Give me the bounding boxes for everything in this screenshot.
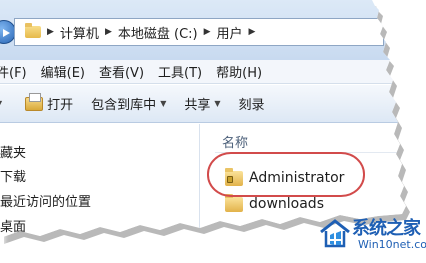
share-label: 共享 [184,98,211,113]
chevron-down-icon[interactable]: ▼ [0,99,16,108]
chevron-down-icon: ▼ [160,99,167,108]
breadcrumb-label: 本地磁盘 (C:) [117,26,198,42]
watermark-subtitle: Win10net.com [358,238,426,251]
house-logo-icon [320,219,350,248]
breadcrumb-label: 用户 [216,26,243,42]
chevron-down-icon: ▼ [214,99,221,108]
chevron-right-icon[interactable]: ▶ [204,27,211,37]
include-in-library-button[interactable]: 包含到库中 ▼ [82,94,175,113]
file-name: downloads [249,196,324,212]
open-icon [25,92,44,111]
address-bar[interactable]: ▶ 计算机 ▶ 本地磁盘 (C:) ▶ 用户 ▶ [14,18,384,46]
folder-icon [225,193,243,212]
breadcrumb-computer[interactable]: 计算机 [60,23,99,42]
open-button[interactable]: 打开 [16,92,82,113]
breadcrumb-users[interactable]: 用户 [217,23,243,42]
menu-edit[interactable]: 编辑(E) [34,62,92,81]
nav-item-downloads[interactable]: 下载 [0,166,26,185]
menu-bar: 件(F) 编辑(E) 查看(V) 工具(T) 帮助(H) [0,60,406,84]
breadcrumb-local-disk[interactable]: 本地磁盘 (C:) [118,23,198,42]
nav-item-favorites[interactable]: 收藏夹 [0,142,26,161]
menu-view[interactable]: 查看(V) [92,62,151,81]
open-label: 打开 [47,98,74,113]
chevron-right-icon[interactable]: ▶ [249,27,256,37]
address-toolbar: ▶ 计算机 ▶ 本地磁盘 (C:) ▶ 用户 ▶ [0,0,406,60]
highlight-circle [207,152,365,197]
nav-item-recent-places[interactable]: 最近访问的位置 [0,191,91,210]
include-label: 包含到库中 [91,98,157,113]
watermark-title: 系统之家 [352,218,421,239]
menu-help[interactable]: 帮助(H) [209,62,269,81]
chevron-right-icon[interactable]: ▶ [105,27,112,37]
share-button[interactable]: 共享 ▼ [175,94,229,113]
burn-label: 刻录 [238,98,265,113]
menu-file[interactable]: 件(F) [0,62,34,81]
command-bar: ▼ 打开 包含到库中 ▼ 共享 ▼ 刻录 [0,85,406,123]
burn-button[interactable]: 刻录 [230,94,274,113]
menu-tools[interactable]: 工具(T) [151,62,209,81]
watermark: 系统之家 Win10net.com [318,212,426,263]
list-item-downloads[interactable]: downloads [225,193,324,212]
column-header-name[interactable]: 名称 [222,132,248,151]
chevron-right-icon[interactable]: ▶ [47,27,54,37]
folder-icon [25,23,41,38]
breadcrumb-label: 计算机 [59,26,99,42]
